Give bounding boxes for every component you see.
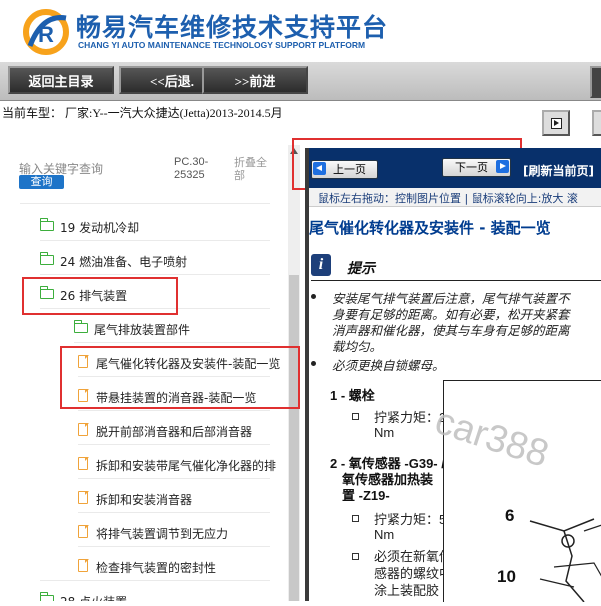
search-button[interactable]: 查询 <box>19 175 64 189</box>
divider <box>78 444 270 445</box>
item-2-torque: 拧紧力矩：55 <box>374 512 454 527</box>
collapse-all-link[interactable]: 折叠全部 <box>234 156 274 182</box>
folder-icon <box>39 218 54 231</box>
document-title: 尾气催化转化器及安装件 - 装配一览 <box>309 219 551 237</box>
note-line: 载均匀。 <box>332 340 383 354</box>
tree-item-separate-mufflers[interactable]: 脱开前部消音器和后部消音器 <box>78 419 288 443</box>
tree-item-label: 尾气排放装置部件 <box>94 323 191 337</box>
prev-page-button[interactable]: 上一页 <box>311 160 378 179</box>
tree-item-label: 拆卸和安装带尾气催化净化器的排 <box>96 459 277 473</box>
page-control-button[interactable] <box>542 110 570 136</box>
divider <box>78 512 270 513</box>
viewer-splitter[interactable] <box>305 148 309 601</box>
tree-item-label: 检查排气装置的密封性 <box>96 561 217 575</box>
tree-item-24[interactable]: 24 燃油准备、电子喷射 <box>39 249 280 273</box>
highlight-box-items <box>60 346 300 409</box>
folder-icon <box>40 592 54 601</box>
bullet-icon <box>311 294 316 299</box>
divider <box>311 280 601 281</box>
tree-item-label: 24 燃油准备、电子喷射 <box>60 255 188 269</box>
divider <box>40 580 270 581</box>
arrow-right-icon <box>496 160 509 173</box>
info-icon: i <box>311 254 331 276</box>
item-2-heading: 置 -Z19- <box>342 488 390 503</box>
next-page-button[interactable]: 下一页 <box>442 158 511 177</box>
home-button[interactable]: 返回主目录 <box>8 66 114 94</box>
folder-icon <box>39 252 54 265</box>
callout-label: 10 <box>497 567 516 586</box>
divider <box>40 240 270 241</box>
page-icon <box>78 558 89 572</box>
tree-item-label: 脱开前部消音器和后部消音器 <box>96 425 253 439</box>
square-bullet-icon <box>352 515 359 522</box>
prev-page-label: 上一页 <box>333 163 366 176</box>
tree-item-stress-free[interactable]: 将排气装置调节到无应力 <box>78 521 288 545</box>
svg-text:R: R <box>38 22 54 47</box>
tree-item-remove-muffler[interactable]: 拆卸和安装消音器 <box>78 487 288 511</box>
square-bullet-icon <box>352 413 359 420</box>
divider <box>78 410 270 411</box>
arrow-left-icon <box>313 162 326 175</box>
tree-item-19[interactable]: 19 发动机冷却 <box>39 215 280 239</box>
tree-item-leak-check[interactable]: 检查排气装置的密封性 <box>78 555 288 579</box>
item-2-torque-unit: Nm <box>374 527 395 542</box>
note-title: 提示 <box>347 262 375 277</box>
square-bullet-icon <box>352 553 359 560</box>
highlight-box-26 <box>22 277 178 315</box>
scrollbar-thumb[interactable] <box>289 275 299 601</box>
next-page-label: 下一页 <box>455 161 488 174</box>
item-1-torque-unit: Nm <box>374 425 395 440</box>
toolbar-overflow-button[interactable] <box>590 66 601 98</box>
refresh-page-link[interactable]: [刷新当前页] <box>523 162 594 179</box>
page-icon <box>78 490 89 504</box>
app-subtitle: CHANG YI AUTO MAINTENANCE TECHNOLOGY SUP… <box>78 40 366 50</box>
play-icon <box>551 118 562 129</box>
forward-button[interactable]: >>前进 <box>202 66 308 94</box>
tree-item-label: 拆卸和安装消音器 <box>96 493 193 507</box>
tree-item-remove-catalytic[interactable]: 拆卸和安装带尾气催化净化器的排 <box>78 453 288 477</box>
page-icon <box>78 456 89 470</box>
item-2-note: 涂上装配胶 <box>374 583 440 598</box>
tree-item-label: 28 点火装置 <box>60 593 127 601</box>
bullet-icon <box>311 361 316 366</box>
tree-item-28[interactable]: 28 点火装置 <box>40 589 280 601</box>
callout-label: 6 <box>505 506 515 525</box>
tree-item-label: 将排气装置调节到无应力 <box>96 527 229 541</box>
divider <box>74 342 270 343</box>
item-1-heading: 1 - 螺栓 <box>330 388 375 403</box>
viewer-hint-text: 鼠标左右拖动：控制图片位置 | 鼠标滚轮向上:放大 滚 <box>318 192 578 205</box>
app-title: 畅易汽车维修技术支持平台 <box>76 13 389 42</box>
folder-open-icon <box>73 320 88 333</box>
divider <box>40 274 270 275</box>
divider <box>20 203 270 204</box>
page-icon <box>78 524 89 538</box>
r-swoosh-logo: R <box>23 9 69 55</box>
tree-item-exhaust-parts[interactable]: 尾气排放装置部件 <box>73 317 284 341</box>
divider <box>78 478 270 479</box>
pc-info-label: PC.30-25325 <box>174 156 209 181</box>
page-icon <box>78 422 89 436</box>
divider <box>78 546 270 547</box>
page-control-button-2[interactable] <box>592 110 601 136</box>
tree-item-label: 19 发动机冷却 <box>60 221 140 235</box>
current-vehicle-label: 当前车型： 厂家:Y--一汽大众捷达(Jetta)2013-2014.5月 <box>2 106 283 120</box>
note-line: 必须更换自锁螺母。 <box>332 359 445 373</box>
